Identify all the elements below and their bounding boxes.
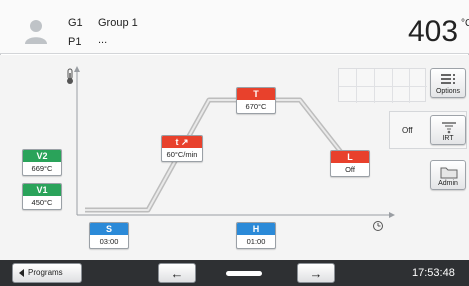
temperature-readout: 403 <box>408 15 459 48</box>
holding-temperature-label: T <box>237 88 275 100</box>
v2-value: 669°C <box>31 164 53 173</box>
closing-time-parameter[interactable]: S 03:00 <box>89 222 129 249</box>
clock-time: 17:53:48 <box>412 267 455 279</box>
bottom-bar: Programs ← → 17:53:48 <box>0 260 469 286</box>
irt-button[interactable]: IRT <box>430 115 466 145</box>
user-icon[interactable] <box>22 17 50 45</box>
heating-rate-value: 60°C/min <box>166 150 198 159</box>
x-axis-arrow <box>389 212 395 218</box>
heating-rate-label: t ↗ <box>162 136 202 148</box>
long-cooling-parameter[interactable]: L Off <box>330 150 370 177</box>
options-label: Options <box>435 88 461 95</box>
holding-time-value: 01:00 <box>246 237 266 246</box>
holding-temperature-value: 670°C <box>245 102 267 111</box>
irt-sensor-icon <box>442 122 456 134</box>
page-indicator <box>226 271 262 276</box>
arrow-right-icon: → <box>309 266 323 281</box>
v1-parameter[interactable]: V1 450°C <box>22 183 62 210</box>
list-icon <box>441 74 455 84</box>
holding-time-parameter[interactable]: H 01:00 <box>236 222 276 249</box>
next-page-button[interactable]: → <box>297 263 335 283</box>
options-button[interactable]: Options <box>430 68 466 98</box>
back-triangle-icon <box>19 269 24 277</box>
y-axis-arrow <box>74 66 80 72</box>
clock-icon <box>373 221 383 231</box>
temperature-unit: °C <box>461 18 469 29</box>
thermometer-icon <box>67 68 73 84</box>
holding-temperature-parameter[interactable]: T 670°C <box>236 87 276 114</box>
v1-label: V1 <box>23 184 61 196</box>
arrow-left-icon: ← <box>170 266 184 281</box>
program-label: P1 <box>68 36 82 48</box>
irt-label: IRT <box>442 135 454 142</box>
firing-curve-area: V2 669°C V1 450°C t ↗ 60°C/min T 670°C L… <box>0 55 469 260</box>
long-cooling-label: L <box>331 151 369 163</box>
group-name[interactable]: Group 1 <box>98 17 138 29</box>
closing-time-label: S <box>90 223 128 235</box>
folder-icon <box>440 167 458 179</box>
admin-button[interactable]: Admin <box>430 160 466 190</box>
header: G1 Group 1 P1 ... 403 °C <box>0 0 469 54</box>
group-label: G1 <box>68 17 83 29</box>
previous-page-button[interactable]: ← <box>158 263 196 283</box>
curve-line <box>85 97 357 213</box>
long-cooling-value: Off <box>345 165 355 174</box>
irt-state: Off <box>402 126 413 135</box>
grid-widget <box>338 68 427 103</box>
programs-label: Programs <box>28 268 63 277</box>
v1-value: 450°C <box>31 198 53 207</box>
v2-parameter[interactable]: V2 669°C <box>22 149 62 176</box>
heating-rate-parameter[interactable]: t ↗ 60°C/min <box>161 135 203 162</box>
program-name[interactable]: ... <box>98 34 107 46</box>
programs-button[interactable]: Programs <box>12 263 82 283</box>
closing-time-value: 03:00 <box>99 237 119 246</box>
admin-label: Admin <box>438 180 458 187</box>
holding-time-label: H <box>237 223 275 235</box>
v2-label: V2 <box>23 150 61 162</box>
